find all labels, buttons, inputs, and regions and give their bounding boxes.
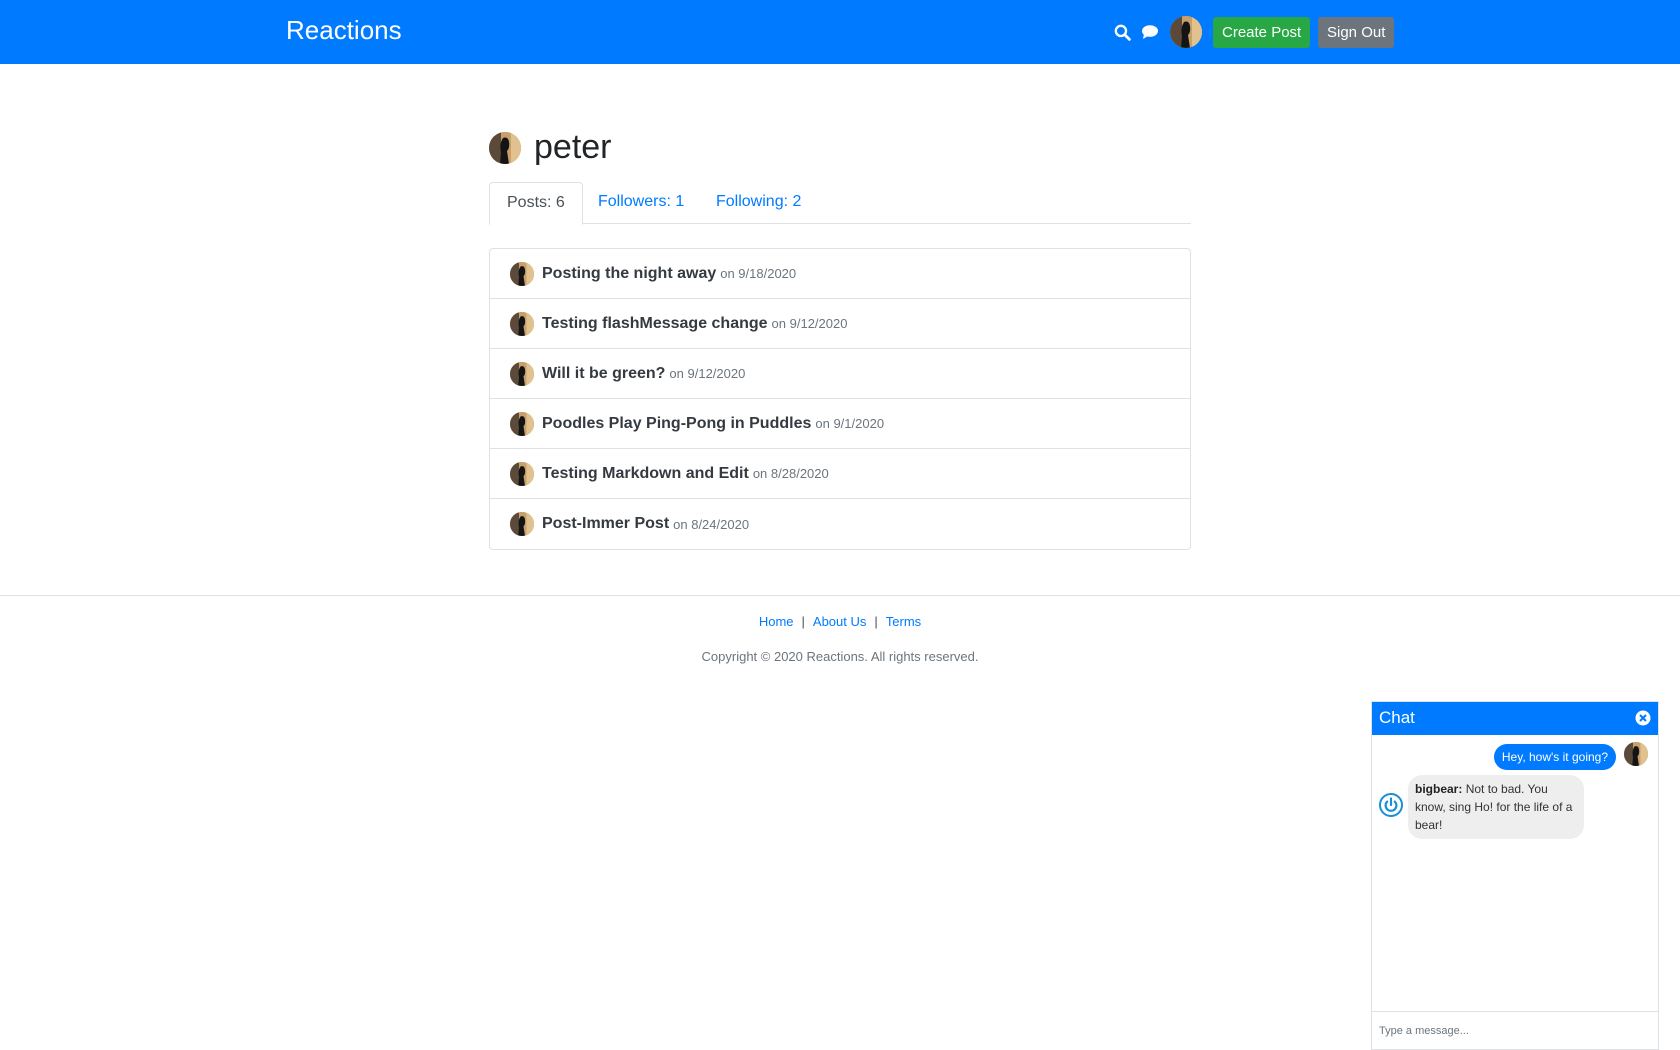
tab-followers[interactable]: Followers: 1 [581, 182, 701, 224]
user-avatar-button[interactable] [1170, 16, 1202, 48]
post-author-avatar [510, 311, 534, 336]
chat-bubble-icon[interactable] [1138, 20, 1162, 44]
chat-panel: Chat Hey, how's it going? bigbear: Not t… [1371, 701, 1659, 1050]
post-list-item[interactable]: Poodles Play Ping-Pong in Puddles on 9/1… [490, 399, 1190, 449]
post-list-item[interactable]: Testing Markdown and Edit on 8/28/2020 [490, 449, 1190, 499]
post-title: Post-Immer Post [542, 515, 670, 532]
top-navbar: Reactions Create Post Sign Out [0, 0, 1680, 64]
post-title: Testing Markdown and Edit [542, 464, 749, 482]
chat-title: Chat [1379, 708, 1415, 727]
post-list-item[interactable]: Post-Immer Post on 8/24/2020 [490, 499, 1190, 549]
footer-links: Home | About Us | Terms [0, 614, 1680, 629]
profile-header: peter [489, 128, 612, 167]
sign-out-button[interactable]: Sign Out [1318, 17, 1395, 48]
close-icon[interactable] [1635, 710, 1651, 726]
post-title: Posting the night away [542, 264, 717, 282]
chat-message-author: bigbear: [1415, 782, 1463, 796]
footer-link-about[interactable]: About Us [813, 614, 866, 629]
power-icon [1379, 793, 1403, 817]
footer-link-terms[interactable]: Terms [886, 614, 921, 629]
profile-tabs: Posts: 6 Followers: 1 Following: 2 [489, 182, 1191, 225]
post-list-item[interactable]: Will it be green? on 9/12/2020 [490, 349, 1190, 399]
chat-message-other: bigbear: Not to bad. You know, sing Ho! … [1408, 775, 1584, 839]
post-author-avatar [510, 261, 534, 286]
post-date: on 8/28/2020 [752, 466, 829, 481]
profile-username: peter [534, 128, 612, 166]
profile-avatar [489, 131, 521, 164]
footer-separator: | [801, 614, 805, 629]
footer-divider [0, 595, 1680, 596]
chat-message-self: Hey, how's it going? [1493, 744, 1616, 770]
tab-posts[interactable]: Posts: 6 [489, 182, 583, 225]
post-date: on 9/12/2020 [771, 316, 848, 331]
chat-message-input[interactable] [1372, 1011, 1658, 1049]
post-author-avatar [510, 361, 534, 386]
brand-logo-link[interactable]: Reactions [286, 15, 402, 46]
post-date: on 9/12/2020 [669, 366, 746, 381]
post-author-avatar [510, 461, 534, 486]
footer-separator: | [874, 614, 878, 629]
post-date: on 9/18/2020 [720, 266, 797, 281]
post-date: on 8/24/2020 [673, 516, 750, 532]
post-author-avatar [510, 512, 534, 536]
copyright-text: Copyright © 2020 Reactions. All rights r… [701, 649, 979, 664]
post-list-item[interactable]: Testing flashMessage change on 9/12/2020 [490, 299, 1190, 349]
post-date: on 9/1/2020 [815, 416, 885, 431]
post-title: Will it be green? [542, 364, 666, 382]
create-post-button[interactable]: Create Post [1213, 17, 1311, 48]
chat-self-avatar [1624, 742, 1648, 766]
footer-link-home[interactable]: Home [759, 614, 794, 629]
search-icon[interactable] [1110, 20, 1134, 44]
post-title: Poodles Play Ping-Pong in Puddles [542, 414, 812, 432]
post-author-avatar [510, 411, 534, 436]
tab-following[interactable]: Following: 2 [699, 182, 818, 224]
chat-header: Chat [1372, 702, 1658, 735]
post-list-item[interactable]: Posting the night away on 9/18/2020 [490, 249, 1190, 299]
post-list: Posting the night away on 9/18/2020 Test… [489, 248, 1191, 550]
post-title: Testing flashMessage change [542, 314, 768, 332]
